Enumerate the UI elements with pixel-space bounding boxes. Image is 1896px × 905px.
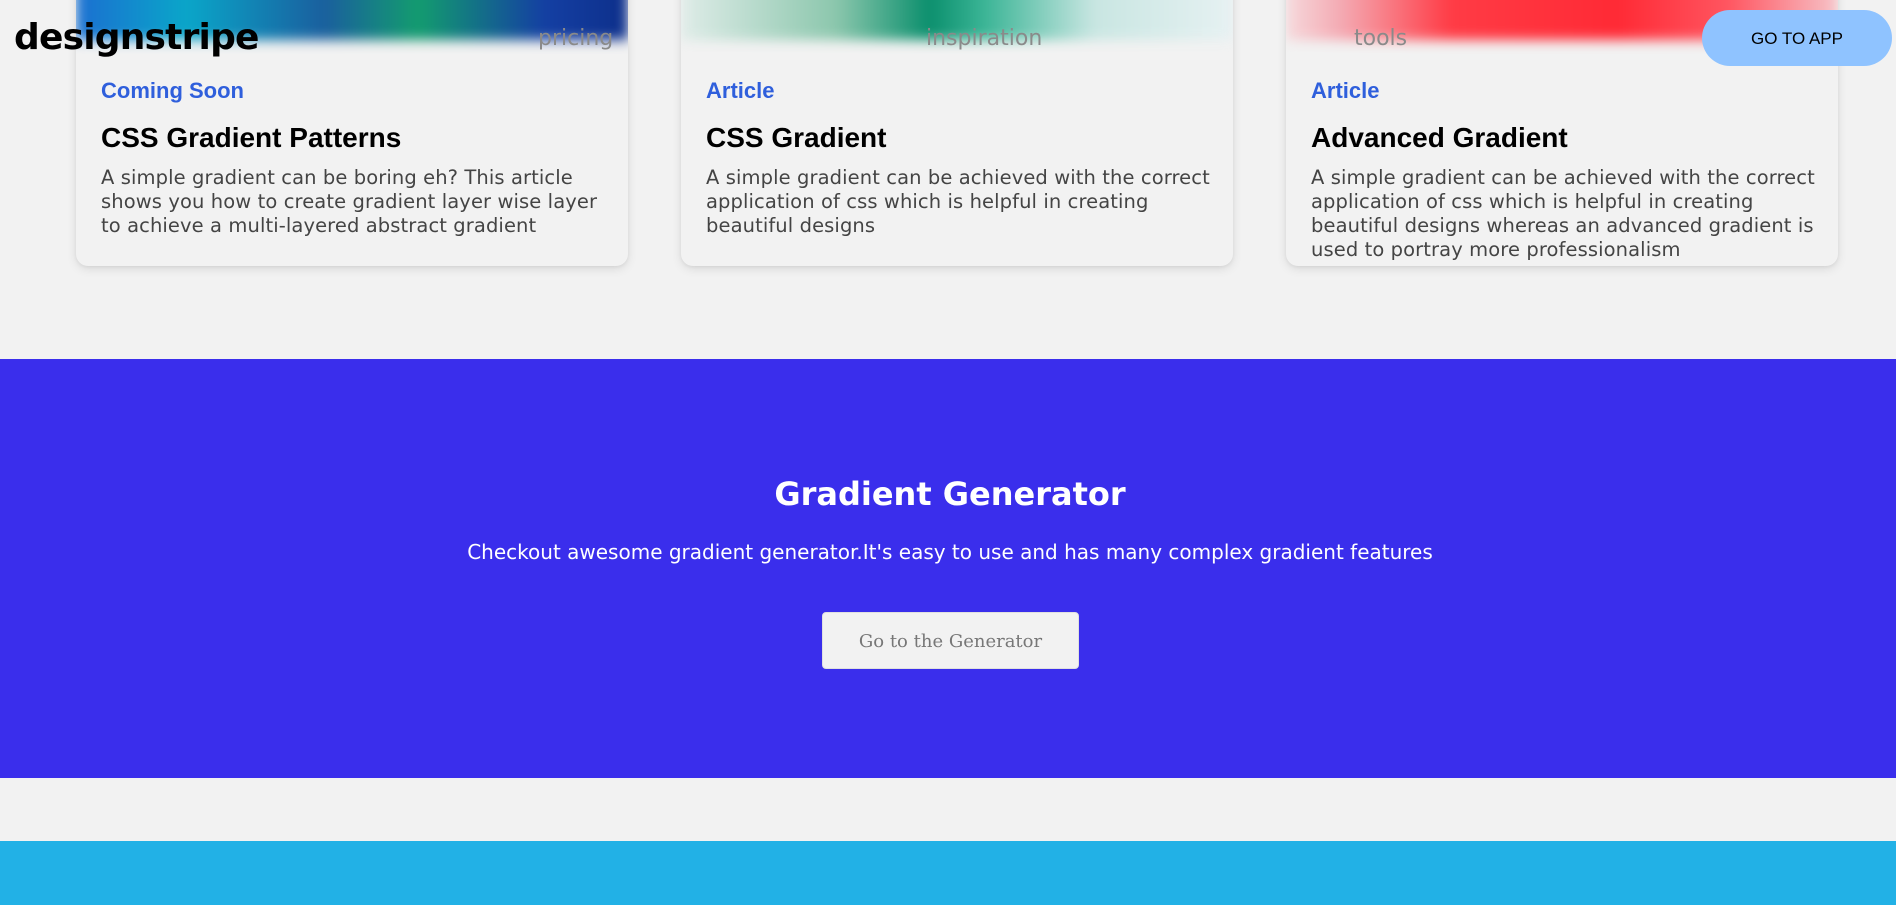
- generator-banner: Gradient Generator Checkout awesome grad…: [0, 359, 1896, 778]
- card-body: Article CSS Gradient A simple gradient c…: [706, 78, 1226, 238]
- card-description: A simple gradient can be achieved with t…: [1311, 166, 1815, 261]
- generator-title: Gradient Generator: [774, 475, 1126, 513]
- nav-tools[interactable]: tools: [1354, 24, 1407, 54]
- card-title[interactable]: CSS Gradient Patterns: [101, 122, 621, 154]
- go-to-generator-button[interactable]: Go to the Generator: [822, 612, 1079, 669]
- generator-subtitle: Checkout awesome gradient generator.It's…: [467, 540, 1433, 564]
- nav-pricing[interactable]: pricing: [538, 24, 613, 54]
- card-title[interactable]: Advanced Gradient: [1311, 122, 1831, 154]
- card-description: A simple gradient can be boring eh? This…: [101, 166, 598, 237]
- card-tag: Coming Soon: [101, 78, 244, 103]
- nav-inspiration[interactable]: inspiration: [926, 24, 1042, 54]
- card-description: A simple gradient can be achieved with t…: [706, 166, 1210, 237]
- card-tag: Article: [1311, 78, 1380, 103]
- card-body: Article Advanced Gradient A simple gradi…: [1311, 78, 1831, 262]
- go-to-app-button[interactable]: GO TO APP: [1702, 10, 1892, 66]
- card-tag: Article: [706, 78, 775, 103]
- footer-section: [0, 841, 1896, 905]
- site-header: designstripe pricing inspiration tools G…: [0, 0, 1896, 80]
- card-body: Coming Soon CSS Gradient Patterns A simp…: [101, 78, 621, 238]
- card-title[interactable]: CSS Gradient: [706, 122, 1226, 154]
- site-logo[interactable]: designstripe: [14, 16, 259, 60]
